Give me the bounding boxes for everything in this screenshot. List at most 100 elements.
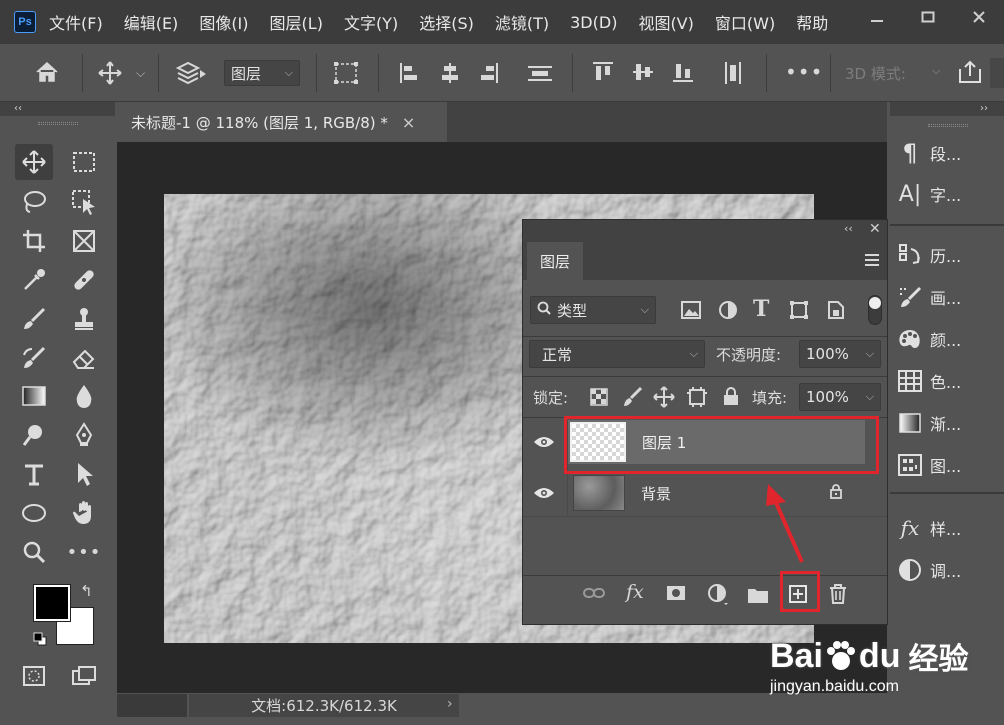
default-colors-icon[interactable] xyxy=(33,632,47,650)
chevron-right-icon[interactable]: › xyxy=(447,696,453,712)
menu-select[interactable]: 选择(S) xyxy=(419,10,474,34)
menu-image[interactable]: 图像(I) xyxy=(199,10,248,34)
share-icon[interactable] xyxy=(957,59,983,85)
marquee-tool-icon[interactable] xyxy=(65,144,103,180)
align-vertical-center-icon[interactable] xyxy=(632,61,654,83)
swap-colors-icon[interactable]: ↰ xyxy=(80,582,93,600)
collapse-icon[interactable]: ‹‹ xyxy=(14,103,22,114)
history-brush-tool-icon[interactable] xyxy=(15,340,53,376)
hand-tool-icon[interactable] xyxy=(65,495,103,531)
history-panel-button[interactable]: 历... xyxy=(890,235,1004,275)
crop-tool-icon[interactable] xyxy=(15,223,53,259)
auto-select-target-dropdown[interactable]: 图层 ⌵ xyxy=(224,60,300,86)
new-group-icon[interactable] xyxy=(747,586,769,608)
transform-controls-icon[interactable] xyxy=(333,61,359,85)
menu-3d[interactable]: 3D(D) xyxy=(570,13,617,32)
lock-image-icon[interactable] xyxy=(622,386,643,412)
fx-icon[interactable]: fx xyxy=(626,581,644,603)
layer-name[interactable]: 背景 xyxy=(641,483,671,504)
eraser-tool-icon[interactable] xyxy=(65,340,103,376)
delete-layer-icon[interactable] xyxy=(829,584,847,608)
styles-panel-button[interactable]: fx 样... xyxy=(890,508,1004,548)
filter-type-icon[interactable]: T xyxy=(753,296,769,322)
filter-kind-dropdown[interactable]: 类型 ⌵ xyxy=(530,296,656,324)
menu-filter[interactable]: 滤镜(T) xyxy=(495,10,549,34)
patterns-panel-button[interactable]: 图... xyxy=(890,445,1004,485)
lock-position-icon[interactable] xyxy=(653,386,675,412)
chevron-down-icon[interactable]: ⌵ xyxy=(866,347,874,361)
align-horizontal-center-icon[interactable] xyxy=(439,62,461,84)
screen-mode-icon[interactable] xyxy=(65,658,103,694)
chevron-down-icon[interactable]: ⌵ xyxy=(866,390,874,404)
document-size[interactable]: 文档:612.3K/612.3K xyxy=(189,694,459,717)
add-mask-icon[interactable] xyxy=(666,585,686,605)
gradient-tool-icon[interactable] xyxy=(15,378,53,414)
menu-file[interactable]: 文件(F) xyxy=(49,10,103,34)
move-tool-icon[interactable] xyxy=(15,144,53,180)
pen-tool-icon[interactable] xyxy=(65,417,103,453)
adjustment-layer-icon[interactable] xyxy=(708,584,730,610)
edit-toolbar-icon[interactable]: ••• xyxy=(65,534,103,570)
align-left-icon[interactable] xyxy=(399,62,419,84)
menu-type[interactable]: 文字(Y) xyxy=(344,10,398,34)
align-top-icon[interactable] xyxy=(592,61,614,83)
menu-window[interactable]: 窗口(W) xyxy=(715,10,775,34)
layer-thumbnail[interactable] xyxy=(573,475,625,511)
filter-adjustment-icon[interactable] xyxy=(718,300,738,324)
quick-mask-icon[interactable] xyxy=(15,658,53,694)
collapse-panel-icon[interactable]: ‹‹ xyxy=(844,222,853,235)
align-bottom-icon[interactable] xyxy=(672,61,694,83)
color-panel-button[interactable]: 颜... xyxy=(890,319,1004,359)
home-icon[interactable] xyxy=(34,60,60,84)
opacity-field[interactable]: 100% ⌵ xyxy=(799,340,881,368)
eye-icon[interactable] xyxy=(533,435,555,453)
panel-menu-icon[interactable] xyxy=(864,253,880,271)
blur-tool-icon[interactable] xyxy=(65,378,103,414)
eye-icon[interactable] xyxy=(533,486,555,504)
eyedropper-tool-icon[interactable] xyxy=(15,262,53,298)
chevron-down-icon[interactable]: ⌵ xyxy=(932,64,940,78)
move-tool-preset-icon[interactable] xyxy=(97,60,123,86)
adjustments-panel-button[interactable]: 调... xyxy=(890,550,1004,590)
zoom-tool-icon[interactable] xyxy=(15,534,53,570)
lock-artboard-icon[interactable] xyxy=(686,386,708,412)
close-tab-icon[interactable]: × xyxy=(402,113,415,132)
type-tool-icon[interactable] xyxy=(15,456,53,492)
character-panel-button[interactable]: A| 字... xyxy=(890,174,1004,214)
more-options-icon[interactable]: ••• xyxy=(785,60,823,84)
ellipse-tool-icon[interactable] xyxy=(15,495,53,531)
menu-help[interactable]: 帮助 xyxy=(796,10,828,34)
dodge-tool-icon[interactable] xyxy=(15,417,53,453)
path-selection-tool-icon[interactable] xyxy=(65,456,103,492)
brush-settings-panel-button[interactable]: 画... xyxy=(890,277,1004,317)
document-tab[interactable]: 未标题-1 @ 118% (图层 1, RGB/8) * × xyxy=(117,102,447,142)
grip-handle[interactable] xyxy=(38,122,78,125)
brush-tool-icon[interactable] xyxy=(15,301,53,337)
lock-transparent-icon[interactable] xyxy=(590,388,608,410)
close-window-button[interactable] xyxy=(953,0,1004,34)
filter-smart-object-icon[interactable] xyxy=(827,300,845,324)
gradients-panel-button[interactable]: 渐... xyxy=(890,403,1004,443)
object-selection-tool-icon[interactable] xyxy=(65,184,103,220)
panel-header[interactable] xyxy=(523,220,887,242)
healing-brush-tool-icon[interactable] xyxy=(65,262,103,298)
align-right-icon[interactable] xyxy=(479,62,499,84)
menu-view[interactable]: 视图(V) xyxy=(638,10,693,34)
menu-layer[interactable]: 图层(L) xyxy=(270,10,323,34)
minimize-button[interactable] xyxy=(851,0,902,34)
close-panel-icon[interactable]: ✕ xyxy=(869,221,881,237)
filter-pixel-icon[interactable] xyxy=(681,301,701,323)
filter-toggle[interactable] xyxy=(868,295,882,325)
fill-field[interactable]: 100% ⌵ xyxy=(799,383,881,411)
swatches-panel-button[interactable]: 色... xyxy=(890,361,1004,401)
grip-handle[interactable] xyxy=(928,124,968,127)
link-layers-icon[interactable] xyxy=(583,586,605,604)
layer-row-background[interactable]: 背景 xyxy=(568,471,865,515)
foreground-color-swatch[interactable] xyxy=(33,584,71,622)
paragraph-panel-button[interactable]: ¶ 段... xyxy=(890,133,1004,173)
tab-layers[interactable]: 图层 xyxy=(527,242,583,280)
clone-stamp-tool-icon[interactable] xyxy=(65,301,103,337)
expand-icon[interactable]: ›› xyxy=(980,103,988,114)
chevron-down-icon[interactable]: ⌵ xyxy=(136,66,145,81)
maximize-button[interactable] xyxy=(902,0,953,34)
